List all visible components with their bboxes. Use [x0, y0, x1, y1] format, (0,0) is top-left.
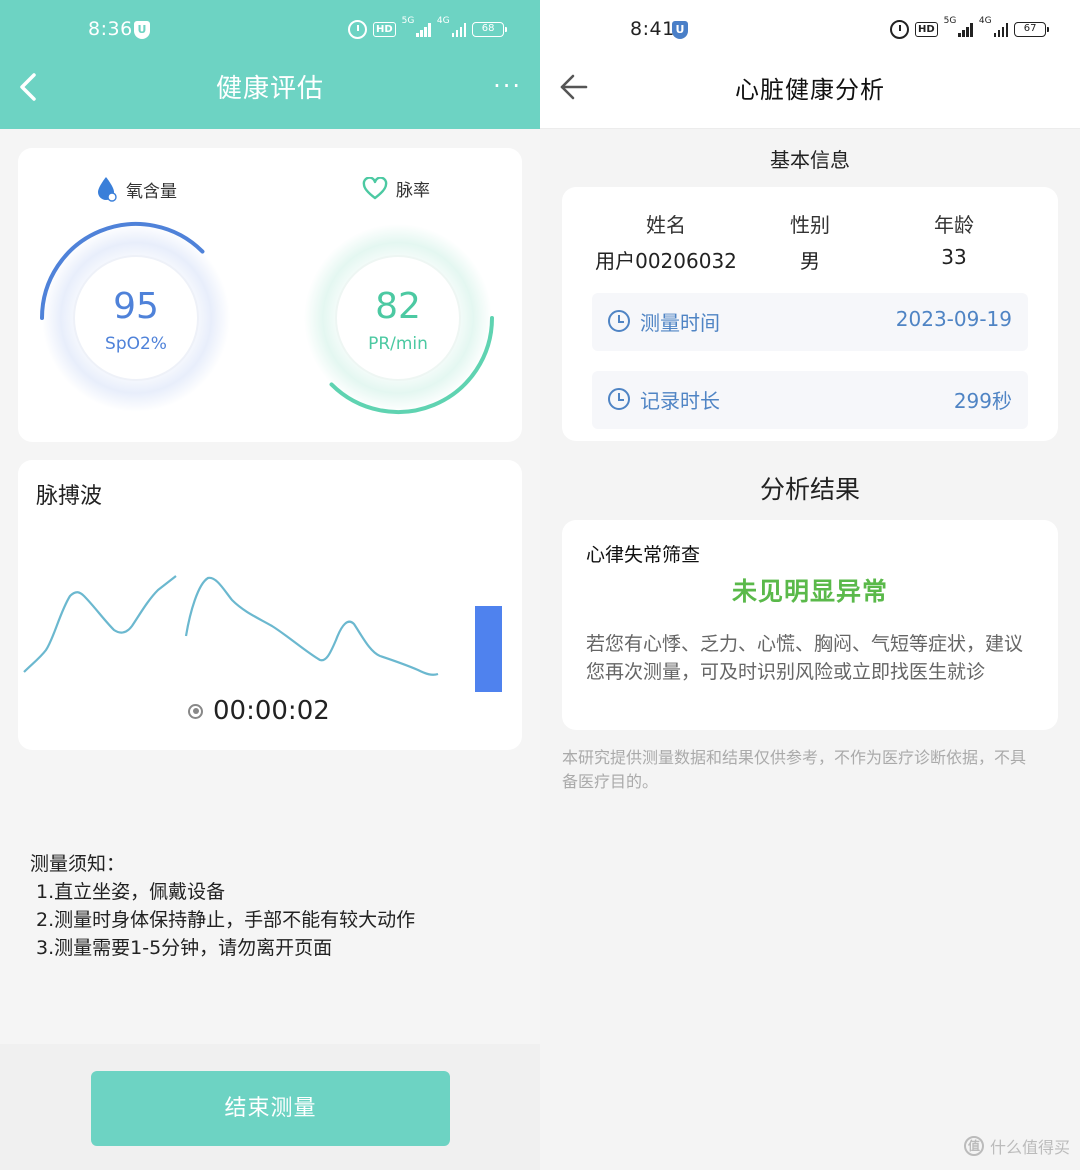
signal-icon: [958, 22, 973, 37]
status-icons: HD 5G 4G 68: [348, 16, 508, 39]
pulse-label: 脉率: [362, 176, 430, 201]
end-measure-button[interactable]: 结束测量: [91, 1071, 450, 1146]
note-line-3: 3.测量需要1-5分钟，请勿离开页面: [36, 937, 333, 959]
measure-timer: 00:00:02: [188, 696, 330, 726]
sig1-label: 5G: [943, 16, 957, 26]
sig1-label: 5G: [401, 16, 415, 26]
right-header-bar: 8:41 U HD 5G 4G 67 心脏健康分析: [540, 0, 1080, 129]
record-duration-value: 299秒: [953, 389, 1012, 413]
left-screen: 8:36 U HD 5G 4G 68 健康评估 ··· 氧含量 脉率 95 Sp…: [0, 0, 540, 1170]
result-description: 若您有心悸、乏力、心慌、胸闷、气短等症状，建议您再次测量，可及时识别风险或立即找…: [586, 633, 1024, 683]
status-bar: 8:41 U HD 5G 4G 67: [540, 0, 1080, 60]
status-bar: 8:36 U HD 5G 4G 68: [0, 0, 540, 60]
page-title: 心脏健康分析: [735, 76, 885, 104]
drop-icon: [98, 177, 117, 202]
hd-icon: HD: [915, 22, 938, 37]
shield-icon: U: [134, 21, 150, 39]
gender-header: 性别: [790, 213, 830, 237]
basic-info-card: 姓名 性别 年龄 用户00206032 男 33 测量时间 2023-09-19…: [562, 187, 1058, 441]
record-duration-label: 记录时长: [640, 389, 720, 413]
pulse-label-text: 脉率: [396, 181, 430, 201]
more-icon[interactable]: ···: [493, 74, 522, 98]
status-time: 8:36: [88, 18, 133, 40]
watermark: 值 什么值得买: [963, 1134, 1070, 1158]
disclaimer-text: 本研究提供测量数据和结果仅供参考，不作为医疗诊断依据，不具备医疗目的。: [562, 748, 1027, 791]
analysis-title: 分析结果: [759, 475, 860, 504]
left-header-bar: 8:36 U HD 5G 4G 68 健康评估 ···: [0, 0, 540, 129]
arrhythmia-screening-title: 心律失常筛查: [586, 544, 701, 566]
alarm-icon: [890, 20, 909, 39]
spo2-unit: SpO2%: [105, 334, 167, 354]
pulse-wave-title: 脉搏波: [36, 484, 103, 509]
signal-level-bar: [475, 606, 502, 692]
status-time: 8:41: [630, 18, 675, 40]
clock-icon: [608, 310, 630, 332]
measure-time-label: 测量时间: [640, 311, 720, 335]
gauge-card: 氧含量 脉率 95 SpO2% 82 PR/min: [18, 148, 522, 442]
screening-result: 未见明显异常: [731, 577, 888, 606]
timer-text: 00:00:02: [213, 696, 330, 726]
pulse-value: 82: [375, 286, 421, 327]
signal-icon: [416, 22, 431, 37]
sig2-label: 4G: [978, 16, 992, 26]
notes-title: 测量须知：: [30, 853, 126, 875]
user-age: 33: [941, 245, 967, 269]
measure-time-value: 2023-09-19: [895, 307, 1012, 331]
wave-segment-2: [184, 576, 439, 676]
note-line-1: 1.直立坐姿，佩戴设备: [36, 881, 226, 903]
watermark-logo-icon: 值: [963, 1136, 984, 1156]
spo2-label-text: 氧含量: [126, 181, 177, 202]
record-duration-row: 记录时长 299秒: [592, 371, 1028, 429]
pulse-unit: PR/min: [368, 334, 428, 354]
pulse-gauge: 82 PR/min: [298, 218, 498, 418]
note-line-2: 2.测量时身体保持静止，手部不能有较大动作: [36, 909, 416, 931]
watermark-text: 什么值得买: [989, 1138, 1070, 1157]
spo2-label: 氧含量: [96, 176, 177, 202]
battery-icon: 67: [1014, 22, 1050, 37]
right-screen: 8:41 U HD 5G 4G 67 心脏健康分析 基本信息 姓名 性别 年龄 …: [540, 0, 1080, 1170]
pulse-wave-card: 脉搏波 00:00:02: [18, 460, 522, 750]
battery-icon: 68: [472, 22, 508, 37]
shield-icon: U: [672, 21, 688, 39]
spo2-gauge: 95 SpO2%: [36, 218, 236, 418]
measure-notes: 测量须知： 1.直立坐姿，佩戴设备 2.测量时身体保持静止，手部不能有较大动作 …: [30, 850, 415, 962]
wave-segment-1: [23, 575, 177, 673]
name-header: 姓名: [646, 213, 686, 237]
status-icons: HD 5G 4G 67: [890, 16, 1050, 39]
age-header: 年龄: [934, 213, 974, 237]
alarm-icon: [348, 20, 367, 39]
clock-icon: [608, 388, 630, 410]
signal-icon: [451, 22, 467, 37]
pulse-waveform: [23, 575, 439, 676]
spo2-value: 95: [113, 286, 159, 327]
heart-icon: [362, 176, 388, 199]
page-title: 健康评估: [215, 74, 324, 104]
measure-time-row: 测量时间 2023-09-19: [592, 293, 1028, 351]
hd-icon: HD: [373, 22, 396, 37]
signal-icon: [993, 22, 1009, 37]
analysis-result-card: 心律失常筛查 未见明显异常 若您有心悸、乏力、心慌、胸闷、气短等症状，建议您再次…: [562, 520, 1058, 730]
sig2-label: 4G: [436, 16, 450, 26]
record-icon: [188, 703, 203, 719]
basic-info-title: 基本信息: [770, 148, 850, 172]
